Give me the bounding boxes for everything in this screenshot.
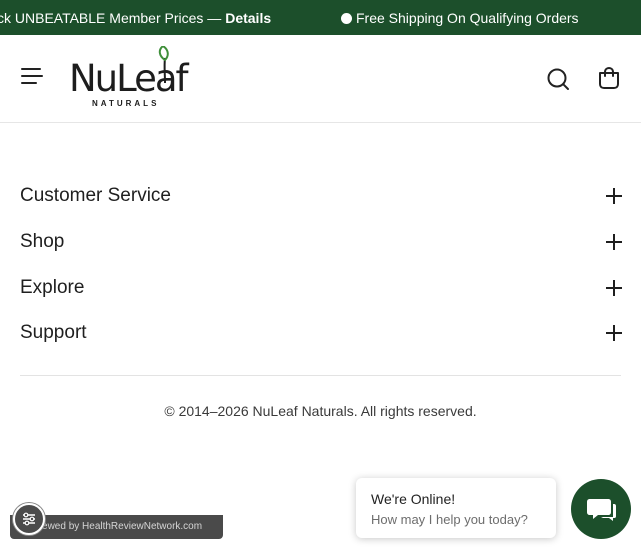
footer-section-support[interactable]: Support bbox=[20, 319, 623, 349]
logo-subtitle: NATURALS bbox=[92, 99, 160, 108]
search-icon[interactable] bbox=[546, 67, 570, 91]
free-shipping-message: Free Shipping On Qualifying Orders bbox=[341, 10, 579, 26]
announcement-bar: ck UNBEATABLE Member Prices — Details Fr… bbox=[0, 0, 641, 35]
chat-launcher-button[interactable] bbox=[571, 479, 631, 539]
footer-divider bbox=[20, 375, 621, 376]
copyright-text: © 2014–2026 NuLeaf Naturals. All rights … bbox=[164, 403, 477, 419]
cart-icon[interactable] bbox=[597, 66, 621, 90]
section-label: Explore bbox=[20, 277, 85, 298]
chat-bubble-icon bbox=[587, 499, 616, 521]
site-header: NuLeaf NATURALS bbox=[0, 35, 641, 123]
accessibility-button[interactable] bbox=[13, 503, 45, 535]
chat-title: We're Online! bbox=[371, 491, 456, 507]
free-shipping-text: Free Shipping On Qualifying Orders bbox=[356, 10, 579, 26]
member-prices-text: ck UNBEATABLE Member Prices — bbox=[0, 10, 226, 26]
leaf-icon bbox=[158, 46, 169, 84]
accessibility-sliders-icon bbox=[23, 512, 35, 526]
footer-section-shop[interactable]: Shop bbox=[20, 228, 623, 258]
plus-icon bbox=[606, 325, 622, 341]
section-label: Customer Service bbox=[20, 185, 171, 206]
chat-greeting-card[interactable]: We're Online! How may I help you today? bbox=[356, 478, 556, 538]
plus-icon bbox=[606, 188, 622, 204]
details-link[interactable]: Details bbox=[225, 10, 271, 26]
footer-section-explore[interactable]: Explore bbox=[20, 274, 623, 304]
menu-icon[interactable] bbox=[21, 68, 43, 88]
member-prices-message: ck UNBEATABLE Member Prices — Details bbox=[0, 10, 271, 26]
plus-icon bbox=[606, 234, 622, 250]
section-label: Shop bbox=[20, 231, 65, 252]
chat-subtitle: How may I help you today? bbox=[371, 512, 528, 527]
plus-icon bbox=[606, 280, 622, 296]
section-label: Support bbox=[20, 322, 87, 343]
nuleaf-logo[interactable]: NuLeaf NATURALS bbox=[68, 46, 189, 110]
footer-section-customer-service[interactable]: Customer Service bbox=[20, 182, 623, 212]
bullet-dot-icon bbox=[341, 12, 352, 24]
